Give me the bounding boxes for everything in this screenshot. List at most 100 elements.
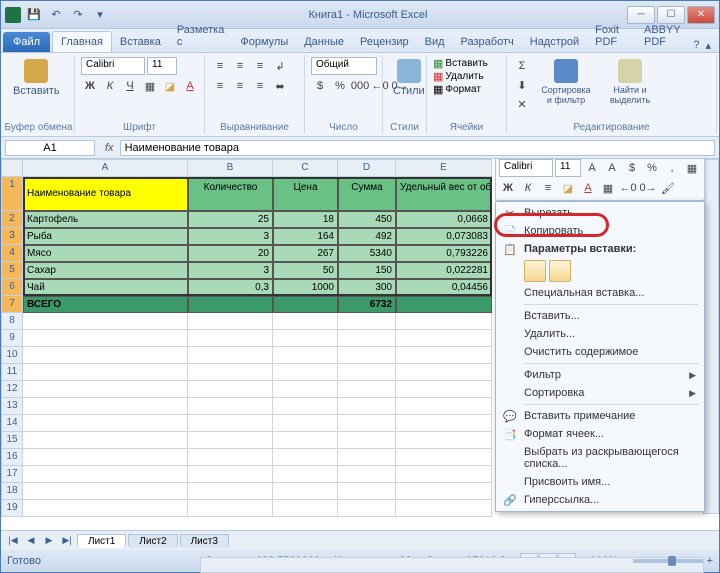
cell[interactable]: 6732 <box>338 296 396 313</box>
mini-align[interactable]: ≡ <box>539 179 557 197</box>
font-size[interactable]: 11 <box>147 57 177 75</box>
cell[interactable] <box>338 466 396 483</box>
cell[interactable] <box>338 500 396 517</box>
mini-font-size[interactable]: 11 <box>555 159 581 177</box>
mini-comma[interactable]: , <box>663 159 681 177</box>
row-header[interactable]: 16 <box>1 449 23 466</box>
mini-percent[interactable]: % <box>643 159 661 177</box>
row-header[interactable]: 6 <box>1 279 23 296</box>
cell[interactable] <box>338 347 396 364</box>
cell[interactable]: Мясо <box>23 245 188 262</box>
number-format[interactable]: Общий <box>311 57 377 75</box>
cell[interactable] <box>273 296 338 313</box>
cm-cut[interactable]: ✂Вырезать <box>498 204 702 222</box>
cell[interactable] <box>188 313 273 330</box>
font-color-button[interactable]: A <box>181 77 199 95</box>
cell[interactable] <box>188 347 273 364</box>
cell[interactable]: 20 <box>188 245 273 262</box>
cell[interactable]: Картофель <box>23 211 188 228</box>
cm-hyperlink[interactable]: 🔗Гиперссылка... <box>498 491 702 509</box>
fill-button[interactable]: ⬇ <box>513 76 531 94</box>
row-header[interactable]: 3 <box>1 228 23 245</box>
cell[interactable] <box>23 415 188 432</box>
cell[interactable] <box>396 296 492 313</box>
underline-button[interactable]: Ч <box>121 77 139 95</box>
tab-foxit[interactable]: Foxit PDF <box>587 20 636 52</box>
cell[interactable] <box>338 432 396 449</box>
cell[interactable] <box>338 330 396 347</box>
cell[interactable]: Цена <box>273 177 338 211</box>
font-name[interactable]: Calibri <box>81 57 145 75</box>
cm-clear[interactable]: Очистить содержимое <box>498 343 702 361</box>
align-center[interactable]: ≡ <box>231 77 249 95</box>
cell[interactable]: 0,022281 <box>396 262 492 279</box>
paste-opt-all[interactable] <box>524 260 546 282</box>
col-header[interactable]: A <box>23 159 188 177</box>
find-select-button[interactable]: Найти и выделить <box>601 57 659 107</box>
cell[interactable] <box>188 296 273 313</box>
align-top[interactable]: ≡ <box>211 57 229 75</box>
sheet-tab[interactable]: Лист3 <box>180 534 229 548</box>
cell[interactable]: 267 <box>273 245 338 262</box>
insert-cells-button[interactable]: ▦Вставить <box>433 57 488 70</box>
col-header[interactable]: C <box>273 159 338 177</box>
cell[interactable] <box>273 381 338 398</box>
cell[interactable] <box>23 466 188 483</box>
sheet-nav-first[interactable]: |◀ <box>5 533 21 549</box>
row-header[interactable]: 13 <box>1 398 23 415</box>
cell[interactable]: 25 <box>188 211 273 228</box>
align-mid[interactable]: ≡ <box>231 57 249 75</box>
mini-dec-inc[interactable]: ←0 <box>619 179 637 197</box>
merge-button[interactable]: ⬌ <box>271 77 289 95</box>
cm-sort[interactable]: Сортировка▶ <box>498 384 702 402</box>
cell[interactable] <box>23 381 188 398</box>
cell[interactable] <box>273 398 338 415</box>
cell[interactable] <box>273 449 338 466</box>
cell[interactable] <box>338 364 396 381</box>
mini-font-color[interactable]: A <box>579 179 597 197</box>
tab-abbyy[interactable]: ABBYY PDF <box>636 20 693 52</box>
cell[interactable]: 3 <box>188 262 273 279</box>
cm-comment[interactable]: 💬Вставить примечание <box>498 407 702 425</box>
row-header[interactable]: 15 <box>1 432 23 449</box>
cell[interactable]: 0,3 <box>188 279 273 296</box>
bold-button[interactable]: Ж <box>81 77 99 95</box>
cell[interactable] <box>273 432 338 449</box>
cm-insert[interactable]: Вставить... <box>498 307 702 325</box>
cell[interactable]: Чай <box>23 279 188 296</box>
cell[interactable] <box>23 313 188 330</box>
sheet-nav-last[interactable]: ▶| <box>59 533 75 549</box>
row-header[interactable]: 9 <box>1 330 23 347</box>
cell[interactable] <box>23 500 188 517</box>
col-header[interactable]: D <box>338 159 396 177</box>
file-tab[interactable]: Файл <box>3 32 50 52</box>
name-box[interactable]: A1 <box>5 140 95 156</box>
format-cells-button[interactable]: ▦Формат <box>433 83 488 96</box>
mini-border2[interactable]: ▦ <box>599 179 617 197</box>
clear-button[interactable]: ✕ <box>513 95 531 113</box>
mini-grow-font[interactable]: A <box>583 159 601 177</box>
cell[interactable]: 300 <box>338 279 396 296</box>
mini-dec-dec[interactable]: 0→ <box>639 179 657 197</box>
fx-icon[interactable]: fx <box>99 142 120 154</box>
cm-copy[interactable]: 📄Копировать <box>498 222 702 240</box>
mini-font-name[interactable]: Calibri <box>499 159 553 177</box>
sheet-tab[interactable]: Лист1 <box>77 534 126 548</box>
cell[interactable] <box>338 313 396 330</box>
cell[interactable] <box>273 330 338 347</box>
tab-formulas[interactable]: Формулы <box>232 32 296 52</box>
cell[interactable] <box>188 483 273 500</box>
row-header[interactable]: 11 <box>1 364 23 381</box>
tab-data[interactable]: Данные <box>296 32 352 52</box>
cell[interactable]: 3 <box>188 228 273 245</box>
tab-addins[interactable]: Надстрой <box>522 32 587 52</box>
paste-button[interactable]: Вставить <box>9 57 64 99</box>
cell[interactable] <box>396 313 492 330</box>
cell[interactable] <box>188 500 273 517</box>
row-header[interactable]: 12 <box>1 381 23 398</box>
mini-shrink-font[interactable]: A <box>603 159 621 177</box>
cell[interactable]: Сумма <box>338 177 396 211</box>
cell[interactable]: 492 <box>338 228 396 245</box>
row-header[interactable]: 18 <box>1 483 23 500</box>
autosum-button[interactable]: Σ <box>513 57 531 75</box>
